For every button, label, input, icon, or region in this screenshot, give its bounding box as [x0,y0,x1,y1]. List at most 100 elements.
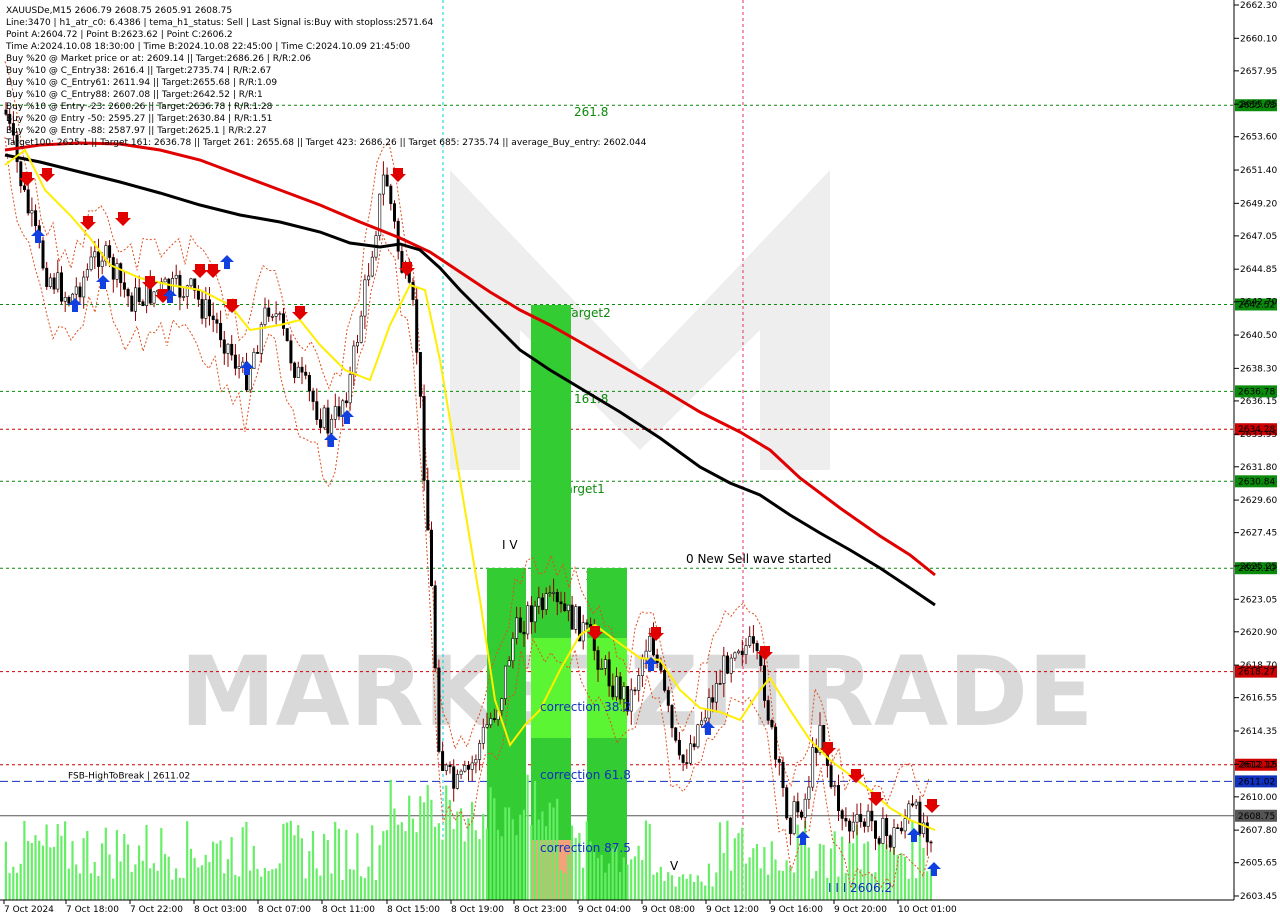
candle-body [918,801,922,835]
volume-bar [903,856,907,900]
volume-bar [689,874,692,900]
x-tick-label: 10 Oct 01:00 [898,905,957,915]
candle-body [119,263,123,284]
candle-body [570,604,574,630]
volume-bar [733,838,736,900]
candle-body [833,785,837,788]
volume-bar [337,828,340,900]
candle-body [289,340,293,364]
sell-arrow-icon [192,264,208,278]
volume-bar [918,831,921,900]
y-tick-label: 2614.35 [1240,727,1277,737]
volume-bar [249,870,252,900]
candle-body [478,743,482,760]
x-tick-label: 8 Oct 23:00 [514,905,567,915]
volume-bar [785,860,788,900]
candle-body [89,256,93,270]
volume-bar [374,879,377,900]
candle-body [718,683,722,685]
volume-bar [704,885,707,900]
candle-body [189,278,193,287]
x-tick-label: 7 Oct 2024 [4,905,54,915]
volume-bar [722,853,725,900]
volume-bar [467,818,470,900]
volume-bar [459,808,463,900]
volume-bar [611,848,614,900]
candle-body [729,657,733,674]
volume-bar [119,861,122,900]
volume-bar [182,877,185,900]
volume-bar [260,876,263,900]
candle-body [744,645,748,655]
volume-bar [533,780,537,900]
volume-bar [297,825,300,900]
volume-bar [393,808,396,900]
candle-body [903,818,907,832]
volume-bar [64,821,67,900]
volume-bar [367,866,370,900]
level-price-label: 2630.84 [1238,477,1275,487]
candle-body [692,743,696,748]
price-chart[interactable]: MARKETZITRADE 2655.68261.82642.52Target2… [0,0,1280,920]
candle-body [174,274,178,279]
candle-body [363,279,367,317]
candle-body [740,650,744,655]
candle-body [500,698,504,711]
volume-bar [907,878,910,900]
candle-body [888,835,892,848]
volume-bar [397,824,400,900]
candle-body [270,316,274,318]
candle-body [355,341,359,347]
volume-bar [700,881,703,900]
y-tick-label: 2612.15 [1240,760,1277,770]
volume-bar [234,875,237,900]
candle-body [811,747,815,788]
volume-bar [8,873,11,900]
candle-body [603,659,607,669]
volume-bar [593,851,596,900]
candle-body [559,601,563,605]
candle-body [899,827,903,832]
candle-body [722,655,726,684]
volume-bar [437,823,440,900]
volume-bar [408,795,411,900]
candle-body [452,766,456,789]
candle-body [134,287,138,312]
candle-body [566,604,570,612]
volume-bar [792,872,796,900]
volume-bar [411,818,414,900]
buy-arrow-icon [324,433,338,447]
volume-bar [67,868,70,900]
volume-bar [278,863,281,900]
volume-bar [263,867,266,900]
candle-body [19,161,23,187]
volume-bar [311,831,315,900]
volume-bar [441,839,444,900]
volume-bar [34,835,37,900]
candle-body [267,307,271,317]
volume-bar [641,860,644,900]
volume-bar [822,844,825,900]
volume-bar [630,859,633,900]
y-tick-label: 2620.90 [1240,628,1277,638]
y-tick-label: 2607.80 [1240,826,1277,836]
x-tick-label: 7 Oct 22:00 [130,905,183,915]
sell-arrow-icon [924,799,940,813]
volume-bar [286,822,289,900]
volume-bar [770,841,773,900]
candle-body [866,810,870,827]
candle-body [52,277,56,290]
candle-body [163,278,167,283]
volume-bar [104,827,107,900]
info-line: Buy %10 @ C_Entry88: 2607.08 || Target:2… [6,90,263,100]
volume-bar [667,872,670,900]
volume-bar [448,799,451,900]
volume-bar [197,867,200,900]
candle-body [22,185,26,191]
volume-bar [511,819,514,900]
candle-body [766,700,770,721]
candle-body [896,827,900,829]
candle-body [337,406,341,417]
candle-body [755,643,759,652]
annotation-label: I I I 2606.2 [828,881,892,895]
